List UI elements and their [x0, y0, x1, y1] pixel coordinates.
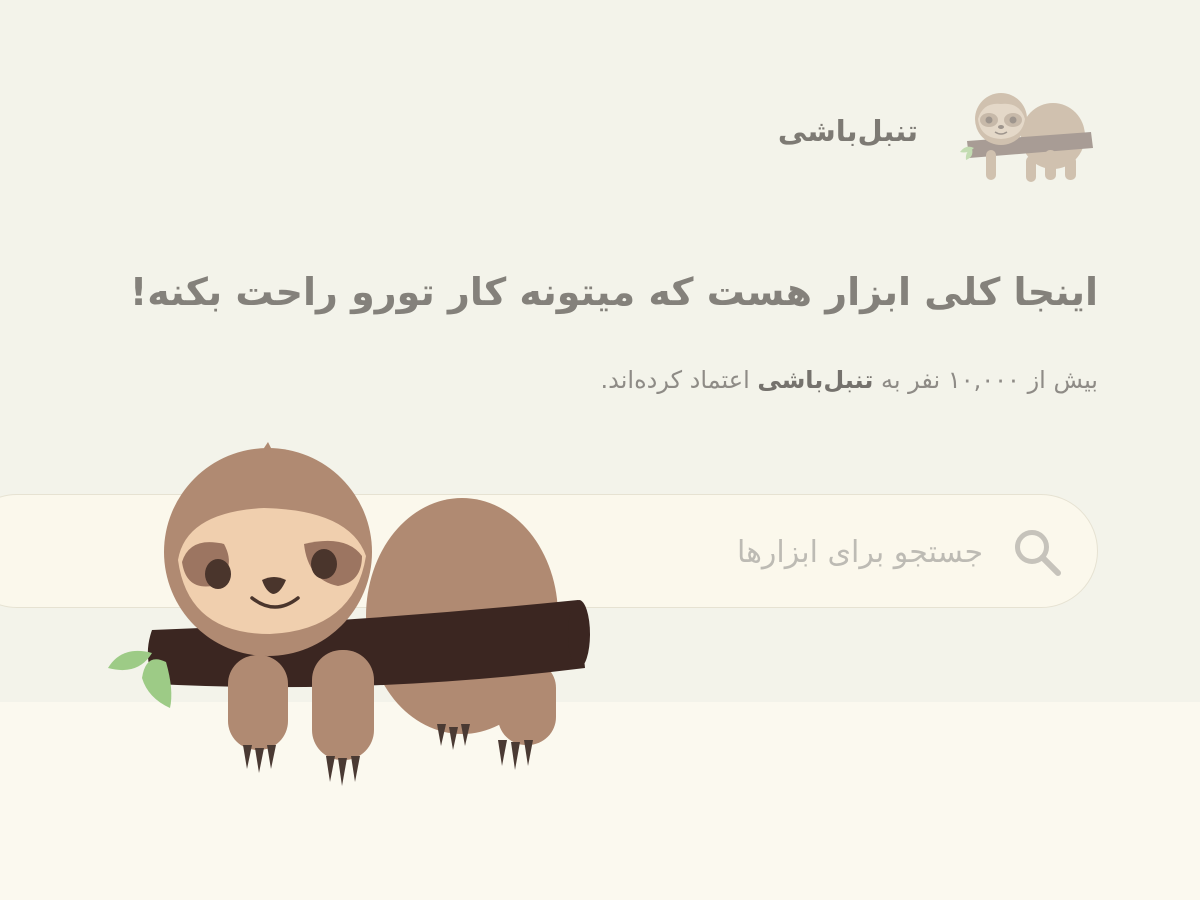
subtitle-prefix: بیش از ۱۰,۰۰۰ نفر به — [880, 366, 1098, 394]
search-icon[interactable] — [1011, 526, 1065, 580]
trust-subtitle: بیش از ۱۰,۰۰۰ نفر به تنبل‌باشی اعتماد کر… — [601, 366, 1098, 394]
brand-name[interactable]: تنبل‌باشی — [778, 114, 918, 148]
subtitle-suffix: اعتماد کرده‌اند. — [600, 366, 750, 394]
site-header: تنبل‌باشی — [778, 78, 1100, 188]
page-headline: اینجا کلی ابزار هست که میتونه کار تورو ر… — [129, 270, 1098, 314]
sloth-mascot-illustration — [108, 442, 590, 786]
sloth-logo-icon[interactable] — [950, 78, 1100, 188]
subtitle-brand: تنبل‌باشی — [757, 366, 874, 394]
